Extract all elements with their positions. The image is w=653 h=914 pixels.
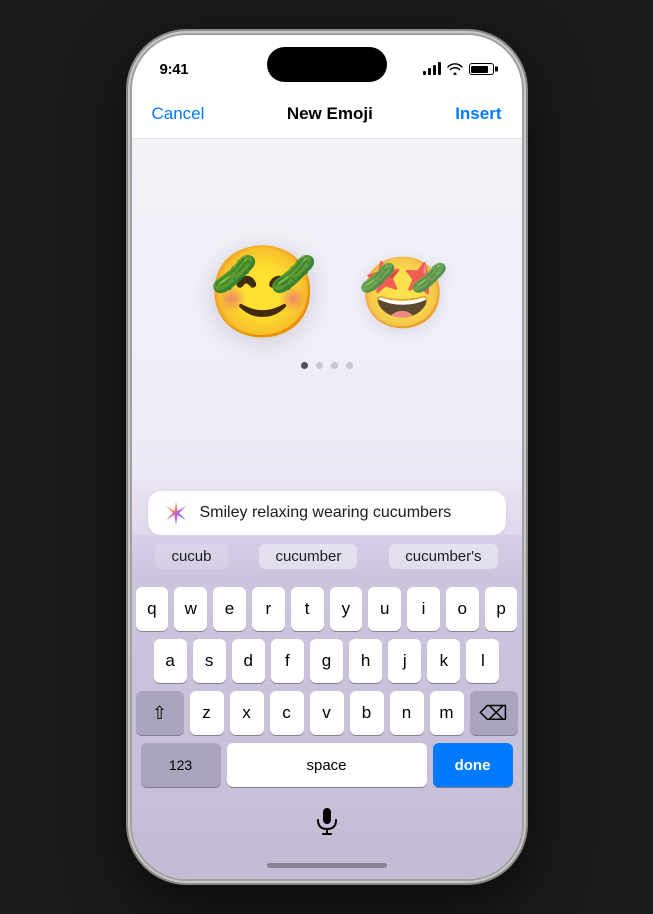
- autocomplete-word-2[interactable]: cucumber: [259, 544, 357, 569]
- home-pill: [267, 863, 387, 868]
- search-section: Smiley relaxing wearing cucumbers: [132, 477, 522, 535]
- keyboard-row-4: 123 space done: [136, 743, 518, 787]
- key-i[interactable]: i: [407, 587, 440, 631]
- numbers-key[interactable]: 123: [141, 743, 221, 787]
- key-h[interactable]: h: [349, 639, 382, 683]
- key-o[interactable]: o: [446, 587, 479, 631]
- keyboard-row-3: ⇧ z x c v b n m ⌫: [136, 691, 518, 735]
- key-k[interactable]: k: [427, 639, 460, 683]
- key-z[interactable]: z: [190, 691, 224, 735]
- key-r[interactable]: r: [252, 587, 285, 631]
- key-a[interactable]: a: [154, 639, 187, 683]
- search-bar[interactable]: Smiley relaxing wearing cucumbers: [148, 491, 506, 535]
- wifi-icon: [447, 63, 463, 75]
- status-icons: [423, 63, 494, 75]
- key-l[interactable]: l: [466, 639, 499, 683]
- key-u[interactable]: u: [368, 587, 401, 631]
- key-c[interactable]: c: [270, 691, 304, 735]
- page-dot-3: [331, 362, 338, 369]
- key-m[interactable]: m: [430, 691, 464, 735]
- emoji-row: 😊 🥒 🥒 🤩 🥒 🥒: [207, 248, 446, 338]
- battery-icon: [469, 63, 494, 75]
- key-x[interactable]: x: [230, 691, 264, 735]
- space-key[interactable]: space: [227, 743, 427, 787]
- cancel-button[interactable]: Cancel: [152, 104, 205, 124]
- nav-bar: Cancel New Emoji Insert: [132, 89, 522, 139]
- autocomplete-word-1[interactable]: cucub: [155, 544, 227, 569]
- page-dot-1: [301, 362, 308, 369]
- autocomplete-word-3[interactable]: cucumber's: [389, 544, 497, 569]
- key-b[interactable]: b: [350, 691, 384, 735]
- key-d[interactable]: d: [232, 639, 265, 683]
- status-time: 9:41: [160, 61, 189, 78]
- page-dot-4: [346, 362, 353, 369]
- key-e[interactable]: e: [213, 587, 246, 631]
- key-j[interactable]: j: [388, 639, 421, 683]
- microphone-icon[interactable]: [313, 807, 341, 835]
- bottom-bar: [132, 799, 522, 851]
- keyboard-row-2: a s d f g h j k l: [136, 639, 518, 683]
- shift-key[interactable]: ⇧: [136, 691, 184, 735]
- primary-emoji[interactable]: 😊 🥒 🥒: [207, 248, 319, 338]
- key-w[interactable]: w: [174, 587, 207, 631]
- key-y[interactable]: y: [330, 587, 363, 631]
- key-s[interactable]: s: [193, 639, 226, 683]
- page-dots: [301, 362, 353, 369]
- nav-title: New Emoji: [287, 104, 373, 124]
- secondary-emoji[interactable]: 🤩 🥒 🥒: [359, 258, 446, 328]
- keyboard: q w e r t y u i o p a s d f g: [132, 579, 522, 799]
- key-f[interactable]: f: [271, 639, 304, 683]
- signal-icon: [423, 63, 441, 75]
- key-t[interactable]: t: [291, 587, 324, 631]
- phone-frame: 9:41 Cancel New: [132, 35, 522, 879]
- search-input-text[interactable]: Smiley relaxing wearing cucumbers: [200, 504, 492, 522]
- key-g[interactable]: g: [310, 639, 343, 683]
- autocomplete-bar: cucub cucumber cucumber's: [132, 535, 522, 579]
- key-v[interactable]: v: [310, 691, 344, 735]
- dynamic-island: [267, 47, 387, 82]
- delete-key[interactable]: ⌫: [470, 691, 518, 735]
- emoji-display-area: 😊 🥒 🥒 🤩 🥒 🥒: [132, 139, 522, 477]
- genmoji-icon: [162, 499, 190, 527]
- page-dot-2: [316, 362, 323, 369]
- home-indicator: [132, 851, 522, 879]
- key-p[interactable]: p: [485, 587, 518, 631]
- done-key[interactable]: done: [433, 743, 513, 787]
- keyboard-row-1: q w e r t y u i o p: [136, 587, 518, 631]
- key-n[interactable]: n: [390, 691, 424, 735]
- key-q[interactable]: q: [136, 587, 169, 631]
- insert-button[interactable]: Insert: [455, 104, 501, 124]
